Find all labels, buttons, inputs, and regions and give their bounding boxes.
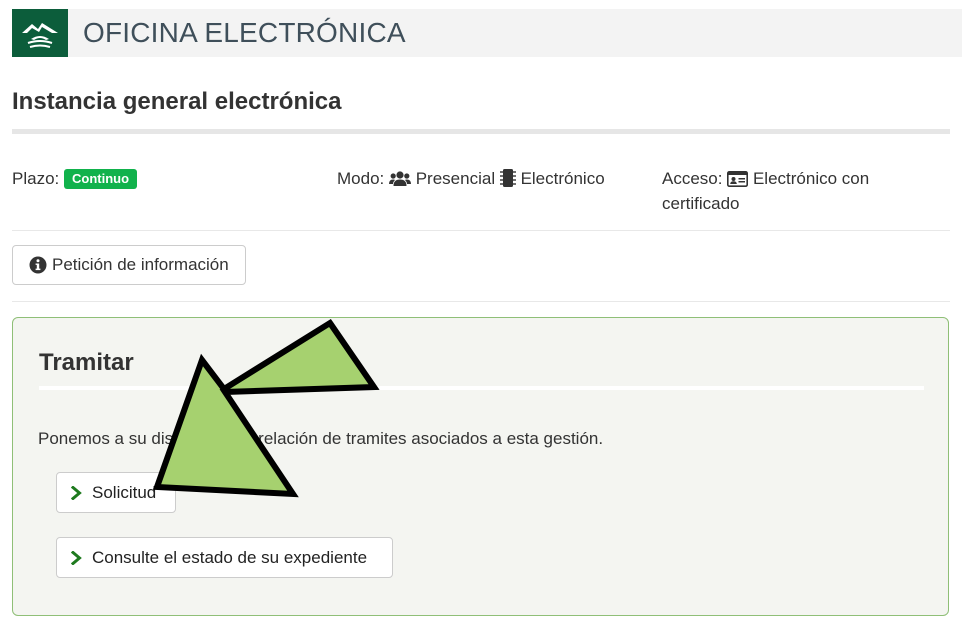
modo-field: Modo: Presencial Electrónico xyxy=(337,166,605,191)
acceso-label: Acceso: xyxy=(662,169,723,188)
chevron-right-icon xyxy=(71,485,82,500)
logo[interactable] xyxy=(12,9,68,57)
modo-electronico: Electrónico xyxy=(520,169,605,188)
plazo-badge: Continuo xyxy=(63,169,138,189)
app-title: OFICINA ELECTRÓNICA xyxy=(83,17,406,48)
title-divider xyxy=(12,129,950,134)
pointer-arrow-icon xyxy=(152,318,380,498)
users-icon xyxy=(388,171,411,186)
info-circle-icon xyxy=(29,256,47,274)
id-card-icon xyxy=(727,171,749,187)
panel-title: Tramitar xyxy=(39,349,134,376)
divider xyxy=(12,230,950,231)
plazo-label: Plazo: xyxy=(12,169,60,188)
acceso-field: Acceso: Electrónico con certificado xyxy=(662,166,942,216)
app-header: OFICINA ELECTRÓNICA xyxy=(12,9,962,57)
mountain-landscape-icon xyxy=(22,23,58,48)
divider xyxy=(12,301,950,302)
page-title: Instancia general electrónica xyxy=(12,88,342,115)
plazo-field: Plazo: Continuo xyxy=(12,166,138,191)
solicitud-label: Solicitud xyxy=(92,482,157,502)
modo-presencial: Presencial xyxy=(415,169,496,188)
consulte-expediente-button[interactable]: Consulte el estado de su expediente xyxy=(56,537,393,578)
info-request-label: Petición de información xyxy=(52,255,229,274)
microchip-icon xyxy=(499,169,516,187)
consulte-expediente-label: Consulte el estado de su expediente xyxy=(92,547,368,567)
chevron-right-icon xyxy=(71,550,82,565)
info-request-button[interactable]: Petición de información xyxy=(12,245,246,285)
modo-label: Modo: xyxy=(337,169,385,188)
